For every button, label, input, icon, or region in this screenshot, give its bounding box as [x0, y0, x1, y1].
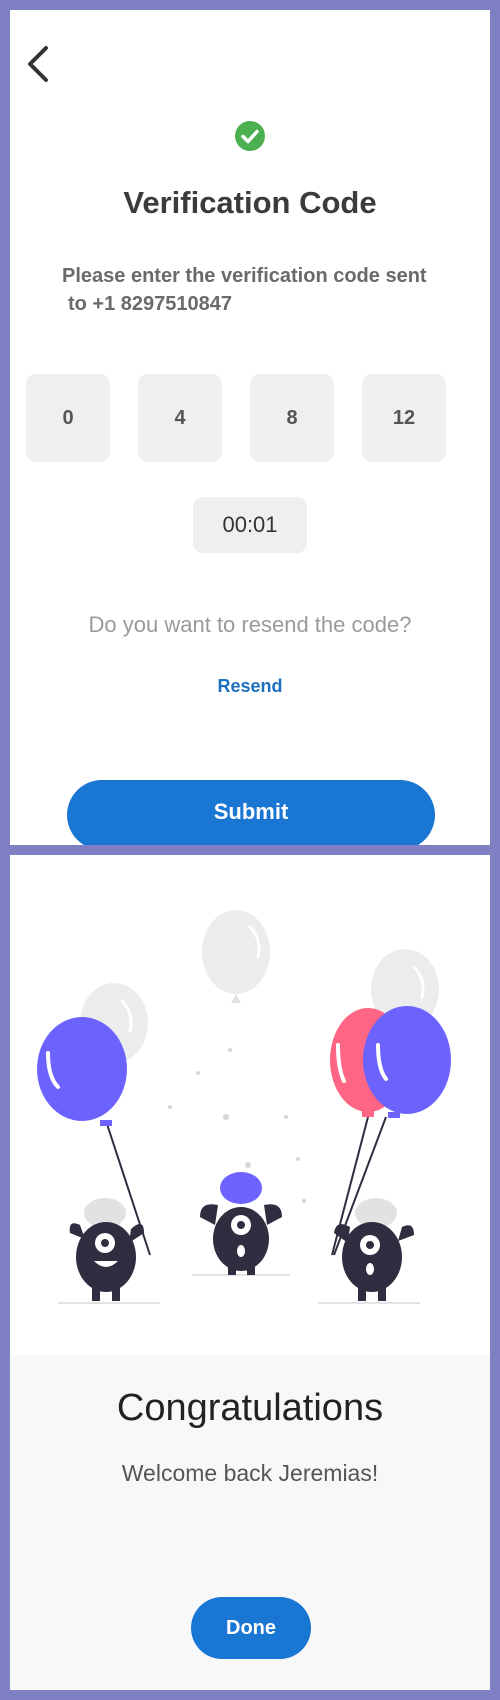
instructions-line-1: Please enter the verification code sent — [62, 265, 427, 287]
code-digit-4[interactable]: 12 — [362, 374, 446, 462]
instructions-line-2: to +1 8297510847 — [68, 293, 233, 315]
celebration-illustration — [10, 855, 490, 1355]
code-digit-2[interactable]: 4 — [138, 374, 222, 462]
resend-question: Do you want to resend the code? — [88, 612, 412, 637]
left-monster — [58, 1198, 160, 1304]
verification-screen: Verification Code Please enter the verif… — [10, 10, 490, 845]
middle-monster — [192, 1172, 290, 1276]
done-button[interactable]: Done — [191, 1597, 311, 1659]
balloons-monsters-illustration — [37, 910, 451, 1304]
code-digit-1[interactable]: 0 — [26, 374, 110, 462]
code-digit-3[interactable]: 8 — [250, 374, 334, 462]
back-button[interactable] — [16, 42, 60, 86]
check-circle-icon — [235, 121, 265, 151]
faded-balloon-top — [202, 910, 270, 1003]
submit-button[interactable]: Submit — [67, 780, 435, 845]
back-arrow-icon — [28, 46, 48, 82]
resend-link[interactable]: Resend — [10, 676, 490, 697]
congratulations-title: Congratulations — [116, 1387, 384, 1429]
instructions-text: Please enter the verification code sent … — [62, 262, 462, 318]
page-title: Verification Code — [123, 185, 377, 220]
countdown-timer: 00:01 — [193, 497, 307, 553]
welcome-message: Welcome back Jeremias! — [121, 1460, 379, 1486]
congratulations-screen: Congratulations Welcome back Jeremias! D… — [10, 855, 490, 1690]
